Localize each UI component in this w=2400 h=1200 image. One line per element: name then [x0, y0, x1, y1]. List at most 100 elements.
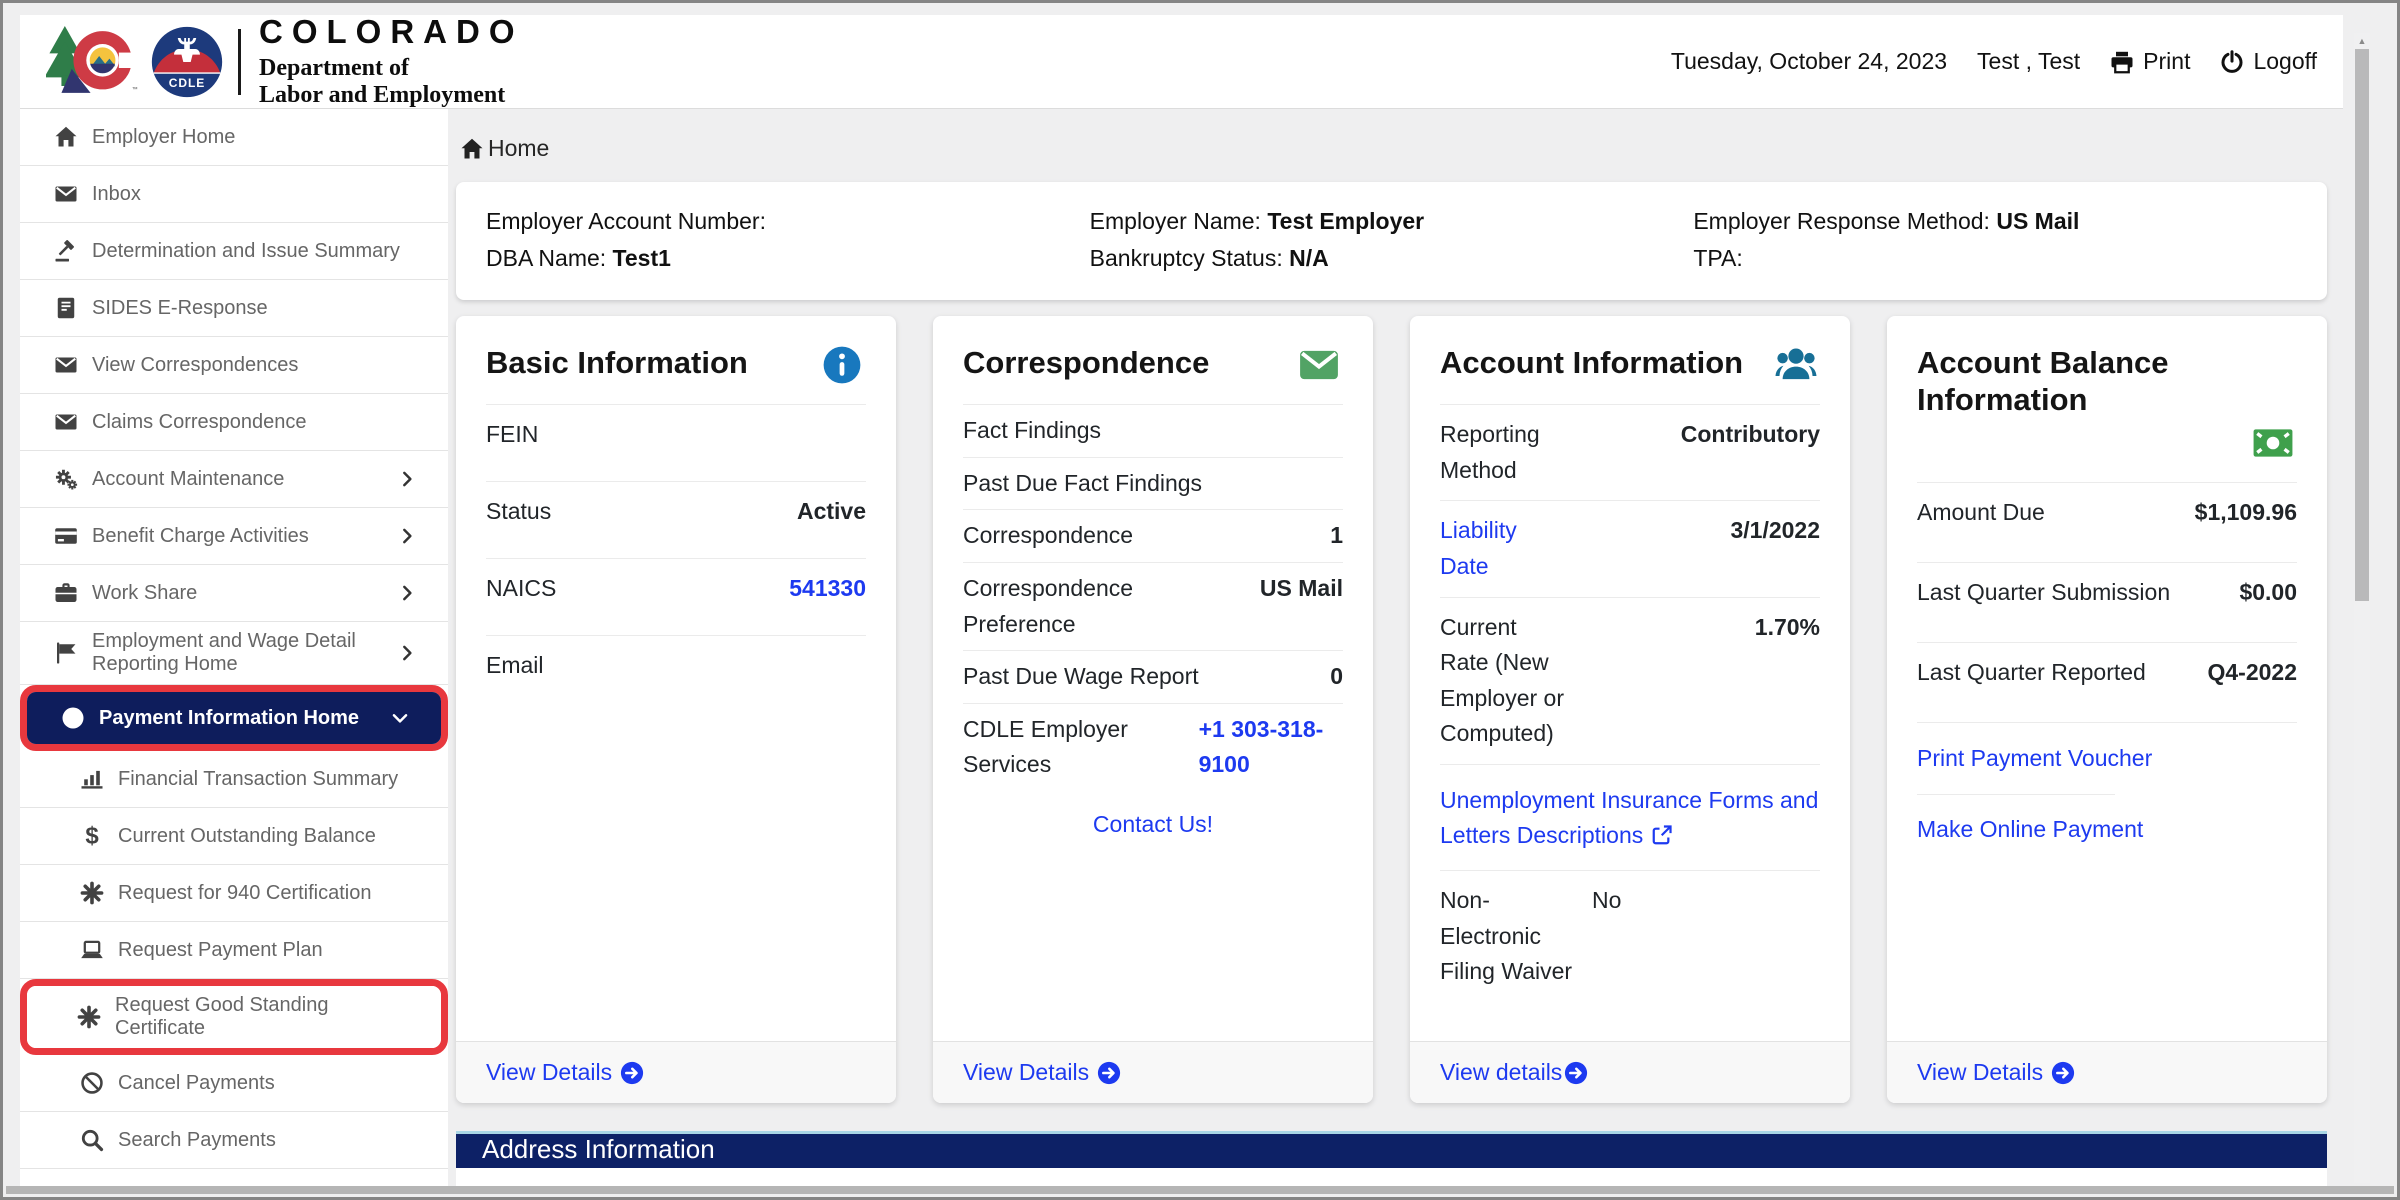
sidebar-item-request-payment-plan[interactable]: Request Payment Plan	[20, 922, 448, 979]
sidebar-item-request-good-standing-certificate[interactable]: Request Good Standing Certificate	[27, 986, 441, 1048]
link-row-print-payment-voucher: Print Payment Voucher	[1917, 722, 2297, 794]
scrollbar-up-arrow[interactable]: ▲	[2354, 33, 2370, 49]
field-label: DBA Name:	[486, 245, 613, 271]
vertical-scrollbar[interactable]: ▲	[2354, 33, 2370, 1183]
header-actions: Tuesday, October 24, 2023 Test , Test Pr…	[1671, 48, 2317, 75]
link-contact-us[interactable]: Contact Us!	[963, 791, 1343, 848]
employer-info-column: Employer Name: Test Employer Bankruptcy S…	[1090, 208, 1694, 274]
brand-text: COLORADO Department of Labor and Employm…	[259, 15, 524, 109]
scrollbar-thumb[interactable]	[2355, 49, 2369, 601]
row-value: $0.00	[2239, 575, 2297, 611]
sidebar-item-search-payments[interactable]: Search Payments	[20, 1112, 448, 1169]
row-label: Correspondence	[963, 518, 1330, 554]
arrow-right-circle-icon	[1564, 1061, 1588, 1085]
breadcrumb-label: Home	[488, 135, 549, 162]
employer-info-field: Employer Name: Test Employer	[1090, 208, 1694, 235]
field-value: Test1	[613, 245, 671, 271]
print-label: Print	[2143, 48, 2190, 75]
chevron-right-icon	[398, 470, 416, 488]
card-header: Basic Information	[456, 316, 896, 394]
svg-text:$: $	[85, 824, 99, 848]
search-icon	[80, 1128, 104, 1152]
card-title: Account Balance Information	[1917, 344, 2297, 418]
window-bottom-edge	[6, 1186, 2394, 1194]
view-details-label: View Details	[1917, 1059, 2043, 1086]
sidebar-item-employment-and-wage-detail-reporting-home[interactable]: Employment and Wage Detail Reporting Hom…	[20, 622, 448, 685]
colorado-state-logo: ™	[46, 24, 142, 100]
employer-info-field: Employer Account Number:	[486, 208, 1090, 235]
gavel-icon	[54, 239, 78, 263]
view-details-link[interactable]: View Details	[1917, 1059, 2075, 1086]
card-account-balance-information: Account Balance Information Amount Due$1,…	[1887, 316, 2327, 1103]
row-value: $1,109.96	[2195, 495, 2297, 531]
current-date: Tuesday, October 24, 2023	[1671, 48, 1947, 75]
card-body: Amount Due$1,109.96Last Quarter Submissi…	[1887, 472, 2327, 1041]
sidebar-item-claims-correspondence[interactable]: Claims Correspondence	[20, 394, 448, 451]
card-footer: View Details	[1887, 1041, 2327, 1103]
field-value: US Mail	[1996, 208, 2079, 234]
print-button[interactable]: Print	[2110, 48, 2190, 75]
card-correspondence: CorrespondenceFact FindingsPast Due Fact…	[933, 316, 1373, 1103]
link-make-online-payment[interactable]: Make Online Payment	[1917, 816, 2143, 842]
main-content: Home Employer Account Number: DBA Name: …	[448, 109, 2337, 1186]
chevron-right-icon	[398, 527, 416, 545]
row-value[interactable]: +1 303-318-9100	[1199, 712, 1343, 783]
breadcrumb[interactable]: Home	[460, 135, 2337, 162]
row-value[interactable]: 541330	[789, 571, 866, 607]
sidebar-item-benefit-charge-activities[interactable]: Benefit Charge Activities	[20, 508, 448, 565]
employer-info-field: Bankruptcy Status: N/A	[1090, 245, 1694, 272]
envelope-icon	[54, 182, 78, 206]
brand: ™ CDLE COLORADO Department of Labor and …	[46, 15, 524, 109]
view-details-link[interactable]: View Details	[486, 1059, 644, 1086]
row-value: 3/1/2022	[1577, 513, 1820, 549]
card-row-past-due-fact-findings: Past Due Fact Findings	[963, 457, 1343, 510]
row-label: CDLE Employer Services	[963, 712, 1199, 783]
sidebar-item-request-for-940-certification[interactable]: Request for 940 Certification	[20, 865, 448, 922]
card-title: Basic Information	[486, 344, 748, 381]
card-row-last-quarter-submission: Last Quarter Submission$0.00	[1917, 562, 2297, 642]
card-row-current-rate-new-employer-or-computed: Current Rate (New Employer or Computed)1…	[1440, 597, 1820, 765]
sidebar-item-label: Account Maintenance	[92, 468, 284, 491]
people-icon	[1772, 344, 1820, 386]
address-section-header: Address Information	[456, 1131, 2327, 1168]
sidebar-item-cancel-payments[interactable]: Cancel Payments	[20, 1055, 448, 1112]
link-print-payment-voucher[interactable]: Print Payment Voucher	[1917, 745, 2152, 771]
field-label: Employer Name:	[1090, 208, 1268, 234]
card-row-last-quarter-reported: Last Quarter ReportedQ4-2022	[1917, 642, 2297, 722]
sidebar-item-account-maintenance[interactable]: Account Maintenance	[20, 451, 448, 508]
sidebar-item-current-outstanding-balance[interactable]: $Current Outstanding Balance	[20, 808, 448, 865]
view-details-link[interactable]: View Details	[963, 1059, 1121, 1086]
row-label: Past Due Fact Findings	[963, 466, 1343, 502]
view-details-link[interactable]: View details	[1440, 1059, 1588, 1086]
row-label[interactable]: Liability Date	[1440, 513, 1577, 584]
sidebar-item-work-share[interactable]: Work Share	[20, 565, 448, 622]
sidebar-item-label: Inbox	[92, 183, 141, 206]
info-circle-icon	[818, 344, 866, 386]
row-value: Contributory	[1577, 417, 1820, 453]
sidebar-item-payment-information-home[interactable]: Payment Information Home	[27, 692, 441, 744]
sidebar-item-label: Determination and Issue Summary	[92, 240, 400, 263]
row-label: NAICS	[486, 571, 789, 607]
highlight-ring-request-good-standing-certificate: Request Good Standing Certificate	[20, 979, 448, 1055]
row-value: 1.70%	[1577, 610, 1820, 646]
link-unemployment-insurance-forms-and-letters-descriptions[interactable]: Unemployment Insurance Forms and Letters…	[1440, 787, 1818, 848]
card-row-status: StatusActive	[486, 481, 866, 558]
sidebar-item-employer-home[interactable]: Employer Home	[20, 109, 448, 166]
sidebar-item-inbox[interactable]: Inbox	[20, 166, 448, 223]
field-label: Bankruptcy Status:	[1090, 245, 1289, 271]
cdle-logo: CDLE	[150, 25, 224, 99]
card-header: Correspondence	[933, 316, 1373, 394]
flag-icon	[54, 641, 78, 665]
sidebar-item-sides-e-response[interactable]: SIDES E-Response	[20, 280, 448, 337]
card-row-past-due-wage-report: Past Due Wage Report0	[963, 650, 1343, 703]
field-label: Employer Account Number:	[486, 208, 766, 234]
sidebar-item-label: Work Share	[92, 582, 197, 605]
card-row-correspondence-preference: Correspondence PreferenceUS Mail	[963, 562, 1343, 650]
sidebar-item-determination-and-issue-summary[interactable]: Determination and Issue Summary	[20, 223, 448, 280]
sidebar-item-label: Cancel Payments	[118, 1072, 275, 1095]
sidebar-item-financial-transaction-summary[interactable]: Financial Transaction Summary	[20, 751, 448, 808]
chevron-down-icon	[391, 709, 409, 727]
sidebar-item-view-correspondences[interactable]: View Correspondences	[20, 337, 448, 394]
envelope-fill-icon	[1295, 344, 1343, 386]
logoff-button[interactable]: Logoff	[2220, 48, 2317, 75]
